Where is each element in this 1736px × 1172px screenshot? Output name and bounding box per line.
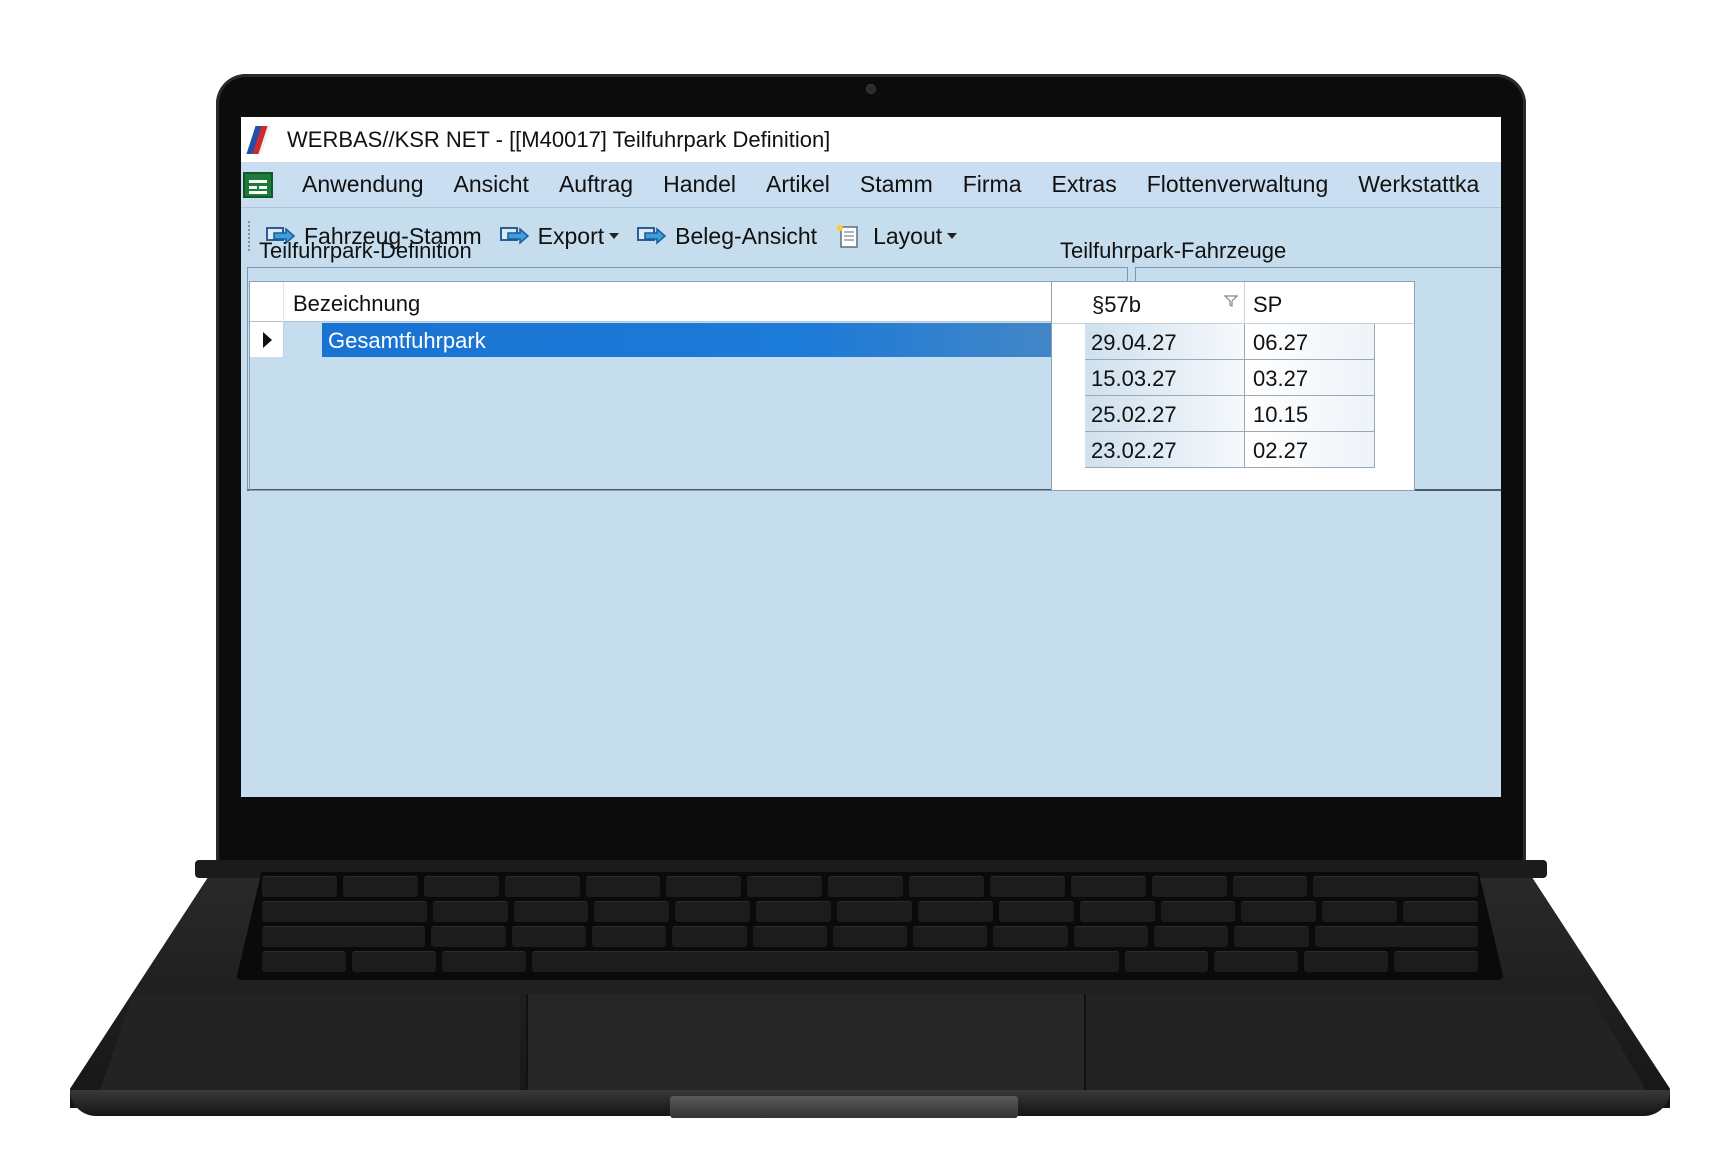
menu-auftrag[interactable]: Auftrag: [544, 171, 648, 198]
screen: WERBAS//KSR NET - [[M40017] Teilfuhrpark…: [241, 117, 1501, 797]
row-indicator-header: [250, 282, 284, 322]
fahrzeuge-grid: §57b SP 29.04.27 06.27 15.03.27 03.27 25…: [1051, 281, 1415, 491]
cell-57b[interactable]: 29.04.27: [1085, 324, 1245, 359]
menu-artikel[interactable]: Artikel: [751, 171, 845, 198]
menu-ansicht[interactable]: Ansicht: [439, 171, 544, 198]
menu-flottenverwaltung[interactable]: Flottenverwaltung: [1132, 171, 1344, 198]
panel-title-fahrzeuge: Teilfuhrpark-Fahrzeuge: [1060, 238, 1287, 263]
panel-title-definition: Teilfuhrpark-Definition: [259, 238, 472, 263]
cell-57b[interactable]: 25.02.27: [1085, 396, 1245, 431]
layout-button[interactable]: Layout: [835, 222, 958, 250]
filter-icon[interactable]: [1224, 294, 1238, 308]
grid-header: §57b SP: [1052, 282, 1414, 324]
cell-sp[interactable]: 03.27: [1245, 360, 1375, 395]
cell-sp[interactable]: 02.27: [1245, 432, 1375, 467]
laptop-front-notch: [670, 1096, 1018, 1118]
chevron-down-icon: [947, 233, 958, 239]
table-row-selected[interactable]: Gesamtfuhrpark: [322, 323, 1119, 357]
table-row[interactable]: 15.03.27 03.27: [1085, 360, 1375, 396]
menu-handel[interactable]: Handel: [648, 171, 751, 198]
layout-document-icon: [835, 224, 865, 248]
window-title: WERBAS//KSR NET - [[M40017] Teilfuhrpark…: [287, 126, 831, 152]
cell-57b[interactable]: 23.02.27: [1085, 432, 1245, 467]
row-indicator[interactable]: [250, 322, 284, 357]
palm-rest-left: [100, 994, 520, 1090]
cell-sp[interactable]: 10.15: [1245, 396, 1375, 431]
menu-werkstattkalender[interactable]: Werkstattka: [1343, 171, 1494, 198]
table-row[interactable]: 29.04.27 06.27: [1085, 324, 1375, 360]
chevron-down-icon: [609, 233, 620, 239]
export-arrow-icon: [499, 224, 530, 248]
beleg-ansicht-button[interactable]: Beleg-Ansicht: [637, 223, 817, 250]
menu-extras[interactable]: Extras: [1037, 171, 1132, 198]
cell-57b[interactable]: 15.03.27: [1085, 360, 1245, 395]
table-row[interactable]: 25.02.27 10.15: [1085, 396, 1375, 432]
app-menu-icon[interactable]: [243, 171, 273, 198]
menu-stamm[interactable]: Stamm: [845, 171, 948, 198]
werbas-logo-icon: [246, 123, 275, 157]
beleg-ansicht-label: Beleg-Ansicht: [675, 222, 818, 249]
menu-bar: Anwendung Ansicht Auftrag Handel Artikel…: [241, 162, 1501, 208]
column-header-57b[interactable]: §57b: [1092, 292, 1141, 318]
layout-label: Layout: [873, 222, 943, 249]
toolbar-grip[interactable]: [248, 221, 252, 251]
table-row[interactable]: 23.02.27 02.27: [1085, 432, 1375, 468]
cell-sp[interactable]: 06.27: [1245, 324, 1375, 359]
column-separator[interactable]: [1244, 282, 1245, 324]
column-header-bezeichnung[interactable]: Bezeichnung: [293, 291, 420, 317]
keyboard: [236, 872, 1504, 980]
title-bar: WERBAS//KSR NET - [[M40017] Teilfuhrpark…: [241, 117, 1501, 162]
export-button[interactable]: Export: [499, 222, 620, 250]
palm-rest-right: [1086, 994, 1646, 1090]
export-label: Export: [537, 222, 605, 249]
current-row-arrow-icon: [263, 332, 272, 348]
definition-grid: Bezeichnung Gesamtfuhrpark: [249, 281, 1120, 491]
menu-firma[interactable]: Firma: [948, 171, 1037, 198]
grid-header: Bezeichnung: [250, 282, 1119, 322]
column-header-sp[interactable]: SP: [1253, 292, 1282, 318]
navigate-arrow-icon: [637, 224, 667, 248]
webcam: [866, 84, 876, 94]
trackpad: [526, 994, 1086, 1090]
menu-anwendung[interactable]: Anwendung: [287, 171, 439, 198]
